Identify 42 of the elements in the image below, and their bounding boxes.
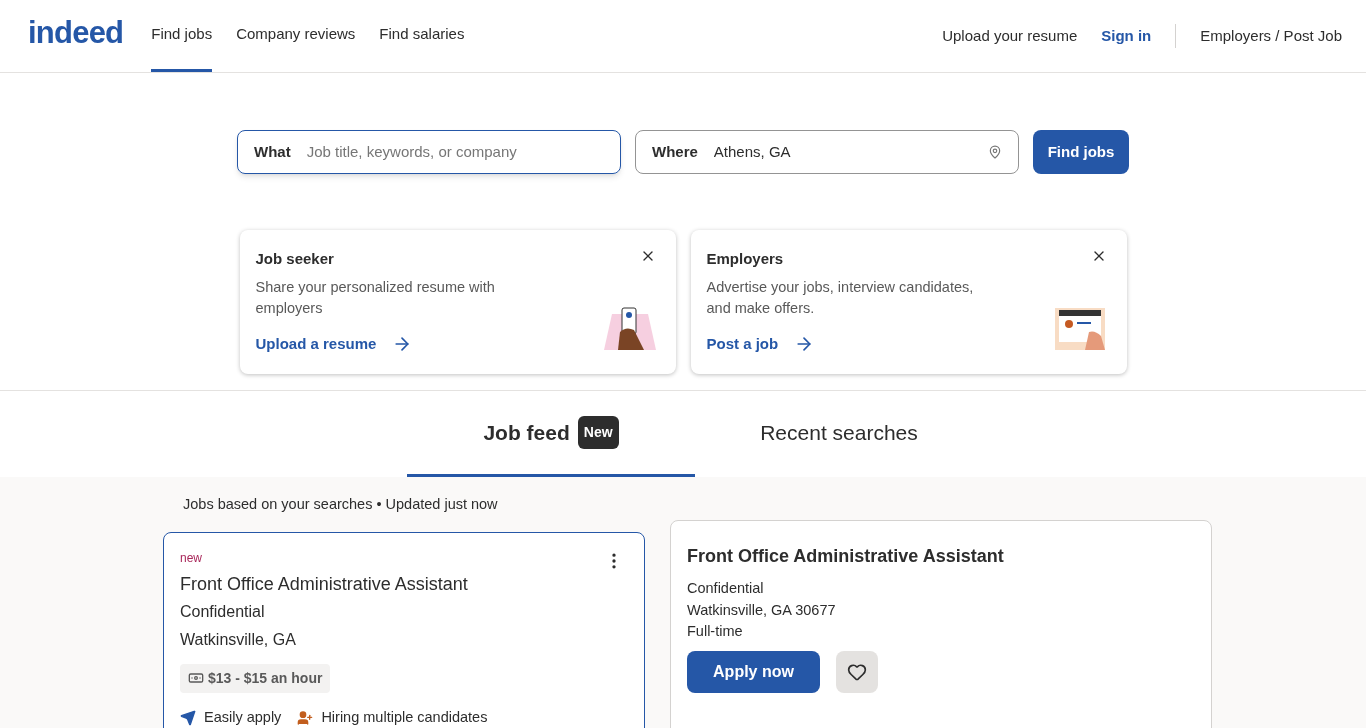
promo-link[interactable]: Post a job bbox=[706, 332, 815, 355]
promo-text: Share your personalized resume with employers bbox=[255, 277, 496, 318]
company-name: Confidential bbox=[180, 601, 266, 622]
heart-icon bbox=[847, 662, 867, 682]
detail-job-type: Full-time bbox=[687, 622, 744, 642]
job-feature: Easily apply bbox=[204, 708, 282, 728]
person-plus-icon bbox=[297, 710, 314, 727]
job-title: Front Office Administrative Assistant bbox=[180, 572, 469, 596]
job-location: Watkinsville, GA bbox=[180, 629, 297, 650]
what-field[interactable]: Job title, keywords, or company bbox=[306, 140, 604, 164]
promo-text: Advertise your jobs, interview candidates, and make offers. bbox=[706, 277, 975, 318]
field-label: What bbox=[254, 141, 291, 162]
new-tag: new bbox=[180, 548, 202, 567]
field-label: Where bbox=[652, 141, 698, 162]
send-icon bbox=[180, 710, 196, 727]
job-card[interactable]: new Front Office Administrative Assistant Confidential Watkinsville, GA $13 - $15 an hour Easily apply Hiring multiple candidates bbox=[163, 531, 645, 728]
detail-company: Confidential bbox=[687, 578, 765, 598]
upload-resume-link[interactable]: Upload your resume bbox=[942, 24, 1078, 48]
find-jobs-button[interactable]: Find jobs bbox=[1033, 130, 1129, 174]
where-field[interactable]: Athens, GA bbox=[713, 140, 988, 164]
detail-location: Watkinsville, GA 30677 bbox=[687, 600, 837, 620]
promo-title: Job seeker bbox=[255, 249, 335, 269]
where-search-box[interactable]: Where Athens, GA bbox=[635, 130, 1019, 174]
sign-in-link[interactable]: Sign in bbox=[1101, 24, 1152, 48]
job-feature: Hiring multiple candidates bbox=[321, 708, 488, 728]
indeed-logo[interactable]: indeed bbox=[28, 16, 124, 48]
nav-link[interactable]: Find salaries bbox=[379, 0, 465, 72]
what-search-box[interactable]: What Job title, keywords, or company bbox=[237, 130, 621, 174]
promo-link[interactable]: Upload a resume bbox=[255, 332, 413, 355]
apply-now-button[interactable]: Apply now bbox=[687, 651, 820, 693]
save-job-button[interactable] bbox=[836, 651, 878, 693]
nav-link[interactable]: Company reviews bbox=[236, 0, 356, 72]
employers-link[interactable]: Employers / Post Job bbox=[1200, 24, 1342, 48]
promo-title: Employers bbox=[706, 249, 785, 269]
feed-tab[interactable]: Recent searches bbox=[695, 391, 983, 477]
location-pin-icon bbox=[988, 145, 1002, 159]
detail-job-title: Front Office Administrative Assistant bbox=[687, 544, 1005, 568]
salary-tag: $13 - $15 an hour bbox=[180, 663, 331, 693]
nav-link[interactable]: Find jobs bbox=[151, 0, 213, 72]
new-badge: New bbox=[577, 416, 619, 449]
feed-note: Jobs based on your searches • Updated just now bbox=[182, 495, 499, 514]
phone-hand-illustration bbox=[603, 306, 656, 350]
